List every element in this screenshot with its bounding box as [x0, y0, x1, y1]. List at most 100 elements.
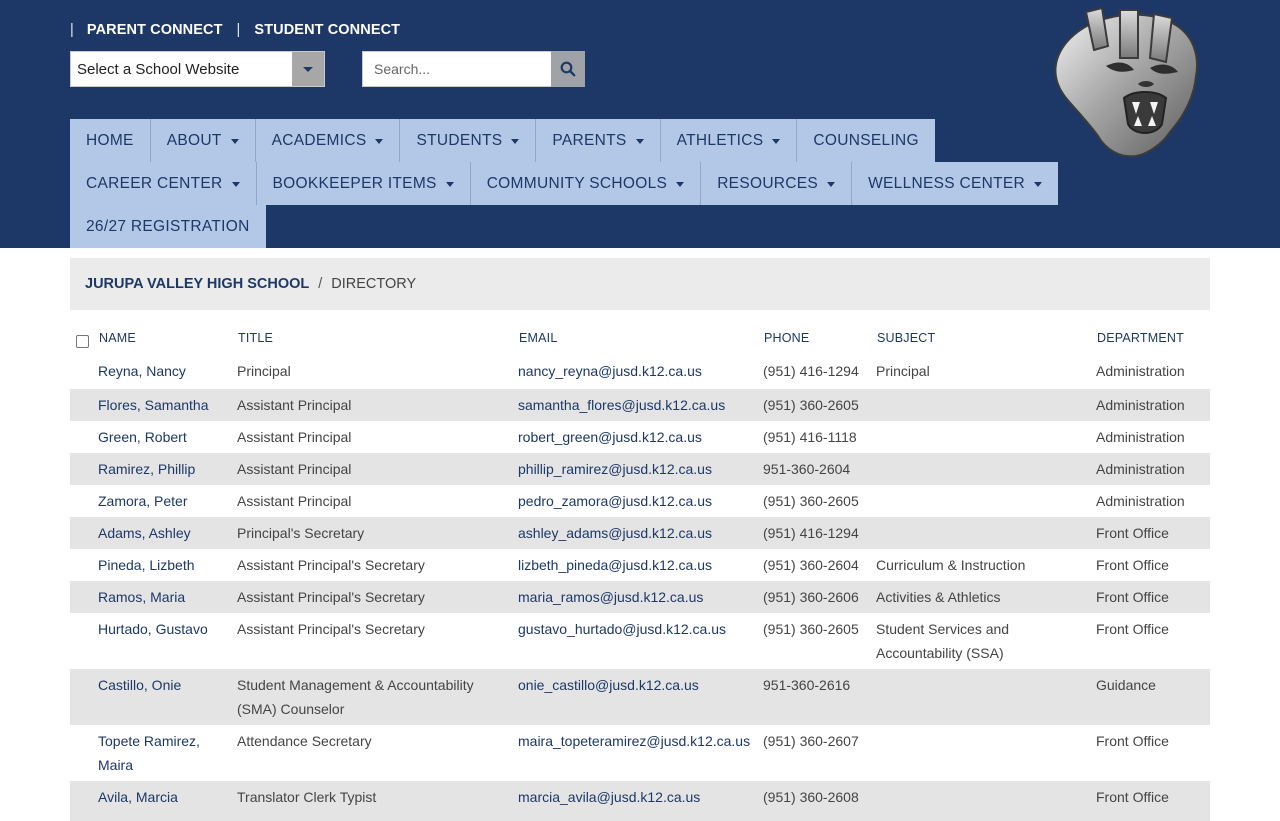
staff-email-link[interactable]: marcia_avila@jusd.k12.ca.us [518, 785, 758, 809]
staff-email-link[interactable]: phillip_ramirez@jusd.k12.ca.us [518, 457, 758, 481]
staff-title: Assistant Principal's Secretary [237, 621, 425, 637]
staff-name-link[interactable]: Castillo, Onie [98, 673, 228, 697]
staff-department: Front Office [1096, 733, 1169, 749]
parent-connect-link[interactable]: PARENT CONNECT [87, 22, 223, 38]
breadcrumb-home-link[interactable]: JURUPA VALLEY HIGH SCHOOL [85, 276, 309, 292]
jaguar-mascot-logo[interactable] [1046, 6, 1204, 162]
column-header-phone[interactable]: PHONE [764, 331, 809, 345]
directory-table: NAME TITLE EMAIL PHONE SUBJECT DEPARTMEN… [70, 322, 1210, 821]
staff-name-link[interactable]: Pineda, Lizbeth [98, 553, 228, 577]
column-header-subject[interactable]: SUBJECT [877, 331, 935, 345]
chevron-down-icon [635, 139, 644, 144]
nav-label: WELLNESS CENTER [868, 174, 1026, 192]
select-all-checkbox[interactable] [76, 335, 89, 348]
chevron-down-icon [772, 139, 781, 144]
search-input[interactable] [362, 51, 551, 87]
school-select-toggle[interactable] [292, 52, 324, 86]
staff-subject: Principal [876, 363, 930, 379]
staff-email-link[interactable]: robert_green@jusd.k12.ca.us [518, 425, 758, 449]
column-header-department[interactable]: DEPARTMENT [1097, 331, 1184, 345]
staff-email-link[interactable]: maira_topeteramirez@jusd.k12.ca.us [518, 729, 768, 753]
main-navigation: HOME ABOUT ACADEMICS STUDENTS PARENTS AT… [70, 119, 1059, 248]
nav-community-schools[interactable]: COMMUNITY SCHOOLS [470, 162, 702, 205]
staff-email-link[interactable]: lizbeth_pineda@jusd.k12.ca.us [518, 553, 758, 577]
staff-phone: (951) 416-1294 [763, 525, 859, 541]
staff-department: Administration [1096, 461, 1185, 477]
staff-name-link[interactable]: Ramirez, Phillip [98, 457, 228, 481]
staff-title: Assistant Principal's Secretary [237, 557, 425, 573]
table-row: Topete Ramirez, Maira Attendance Secreta… [70, 725, 1210, 781]
chevron-down-icon [1034, 182, 1043, 187]
nav-parents[interactable]: PARENTS [536, 119, 661, 162]
nav-bookkeeper-items[interactable]: BOOKKEEPER ITEMS [256, 162, 471, 205]
staff-name-link[interactable]: Green, Robert [98, 425, 228, 449]
table-header: NAME TITLE EMAIL PHONE SUBJECT DEPARTMEN… [70, 322, 1210, 355]
nav-about[interactable]: ABOUT [150, 119, 256, 162]
nav-resources[interactable]: RESOURCES [701, 162, 853, 205]
column-header-name[interactable]: NAME [99, 331, 136, 345]
nav-career-center[interactable]: CAREER CENTER [70, 162, 257, 205]
column-header-email[interactable]: EMAIL [519, 331, 558, 345]
staff-title: Assistant Principal [237, 493, 352, 509]
chevron-down-icon [375, 139, 384, 144]
staff-phone: (951) 360-2605 [763, 397, 859, 413]
staff-email-link[interactable]: pedro_zamora@jusd.k12.ca.us [518, 489, 758, 513]
table-row: Hurtado, Gustavo Assistant Principal's S… [70, 613, 1210, 669]
staff-name-link[interactable]: Zamora, Peter [98, 489, 228, 513]
staff-phone: 951-360-2604 [763, 461, 851, 477]
chevron-down-icon [511, 139, 520, 144]
search-box [362, 51, 585, 87]
nav-academics[interactable]: ACADEMICS [255, 119, 401, 162]
nav-label: 26/27 REGISTRATION [86, 217, 250, 235]
separator: | [236, 22, 241, 38]
staff-name-link[interactable]: Hurtado, Gustavo [98, 617, 228, 641]
staff-name-link[interactable]: Topete Ramirez, Maira [98, 729, 213, 777]
table-row: Ramos, Maria Assistant Principal's Secre… [70, 581, 1210, 613]
staff-title: Principal's Secretary [237, 525, 365, 541]
table-row: Ramirez, Phillip Assistant Principal phi… [70, 453, 1210, 485]
search-button[interactable] [551, 51, 585, 87]
top-links: | PARENT CONNECT | STUDENT CONNECT [70, 21, 400, 39]
staff-phone: (951) 360-2607 [763, 733, 859, 749]
breadcrumb-separator: / [318, 276, 323, 292]
staff-name-link[interactable]: Reyna, Nancy [98, 359, 228, 383]
nav-label: STUDENTS [416, 131, 503, 149]
staff-title: Attendance Secretary [237, 733, 372, 749]
nav-label: ATHLETICS [676, 131, 764, 149]
staff-name-link[interactable]: Avila, Marcia [98, 785, 228, 809]
staff-department: Administration [1096, 397, 1185, 413]
chevron-down-icon [676, 182, 685, 187]
school-website-select[interactable]: Select a School Website [70, 51, 325, 87]
column-header-title[interactable]: TITLE [238, 331, 273, 345]
table-row: Green, Robert Assistant Principal robert… [70, 421, 1210, 453]
breadcrumb-current: DIRECTORY [331, 276, 417, 292]
staff-email-link[interactable]: nancy_reyna@jusd.k12.ca.us [518, 359, 758, 383]
table-row: Reyna, Nancy Principal nancy_reyna@jusd.… [70, 355, 1210, 389]
staff-phone: (951) 360-2605 [763, 621, 859, 637]
table-row: Flores, Samantha Assistant Principal sam… [70, 389, 1210, 421]
staff-title: Assistant Principal [237, 429, 352, 445]
staff-email-link[interactable]: ashley_adams@jusd.k12.ca.us [518, 521, 758, 545]
nav-home[interactable]: HOME [70, 119, 151, 162]
staff-email-link[interactable]: maria_ramos@jusd.k12.ca.us [518, 585, 758, 609]
nav-wellness-center[interactable]: WELLNESS CENTER [852, 162, 1059, 205]
staff-email-link[interactable]: onie_castillo@jusd.k12.ca.us [518, 673, 758, 697]
staff-name-link[interactable]: Adams, Ashley [98, 521, 228, 545]
nav-registration[interactable]: 26/27 REGISTRATION [70, 205, 266, 248]
staff-phone: (951) 360-2604 [763, 557, 859, 573]
nav-athletics[interactable]: ATHLETICS [660, 119, 798, 162]
staff-name-link[interactable]: Ramos, Maria [98, 585, 228, 609]
chevron-down-icon [231, 182, 240, 187]
staff-department: Front Office [1096, 789, 1169, 805]
staff-email-link[interactable]: gustavo_hurtado@jusd.k12.ca.us [518, 617, 758, 641]
nav-label: COMMUNITY SCHOOLS [486, 174, 668, 192]
separator: | [70, 22, 74, 38]
chevron-down-icon [230, 139, 239, 144]
staff-title: Student Management & Accountability (SMA… [237, 677, 474, 717]
staff-email-link[interactable]: samantha_flores@jusd.k12.ca.us [518, 393, 758, 417]
table-row: Pineda, Lizbeth Assistant Principal's Se… [70, 549, 1210, 581]
nav-students[interactable]: STUDENTS [400, 119, 537, 162]
nav-counseling[interactable]: COUNSELING [797, 119, 935, 162]
student-connect-link[interactable]: STUDENT CONNECT [254, 22, 400, 38]
staff-name-link[interactable]: Flores, Samantha [98, 393, 228, 417]
